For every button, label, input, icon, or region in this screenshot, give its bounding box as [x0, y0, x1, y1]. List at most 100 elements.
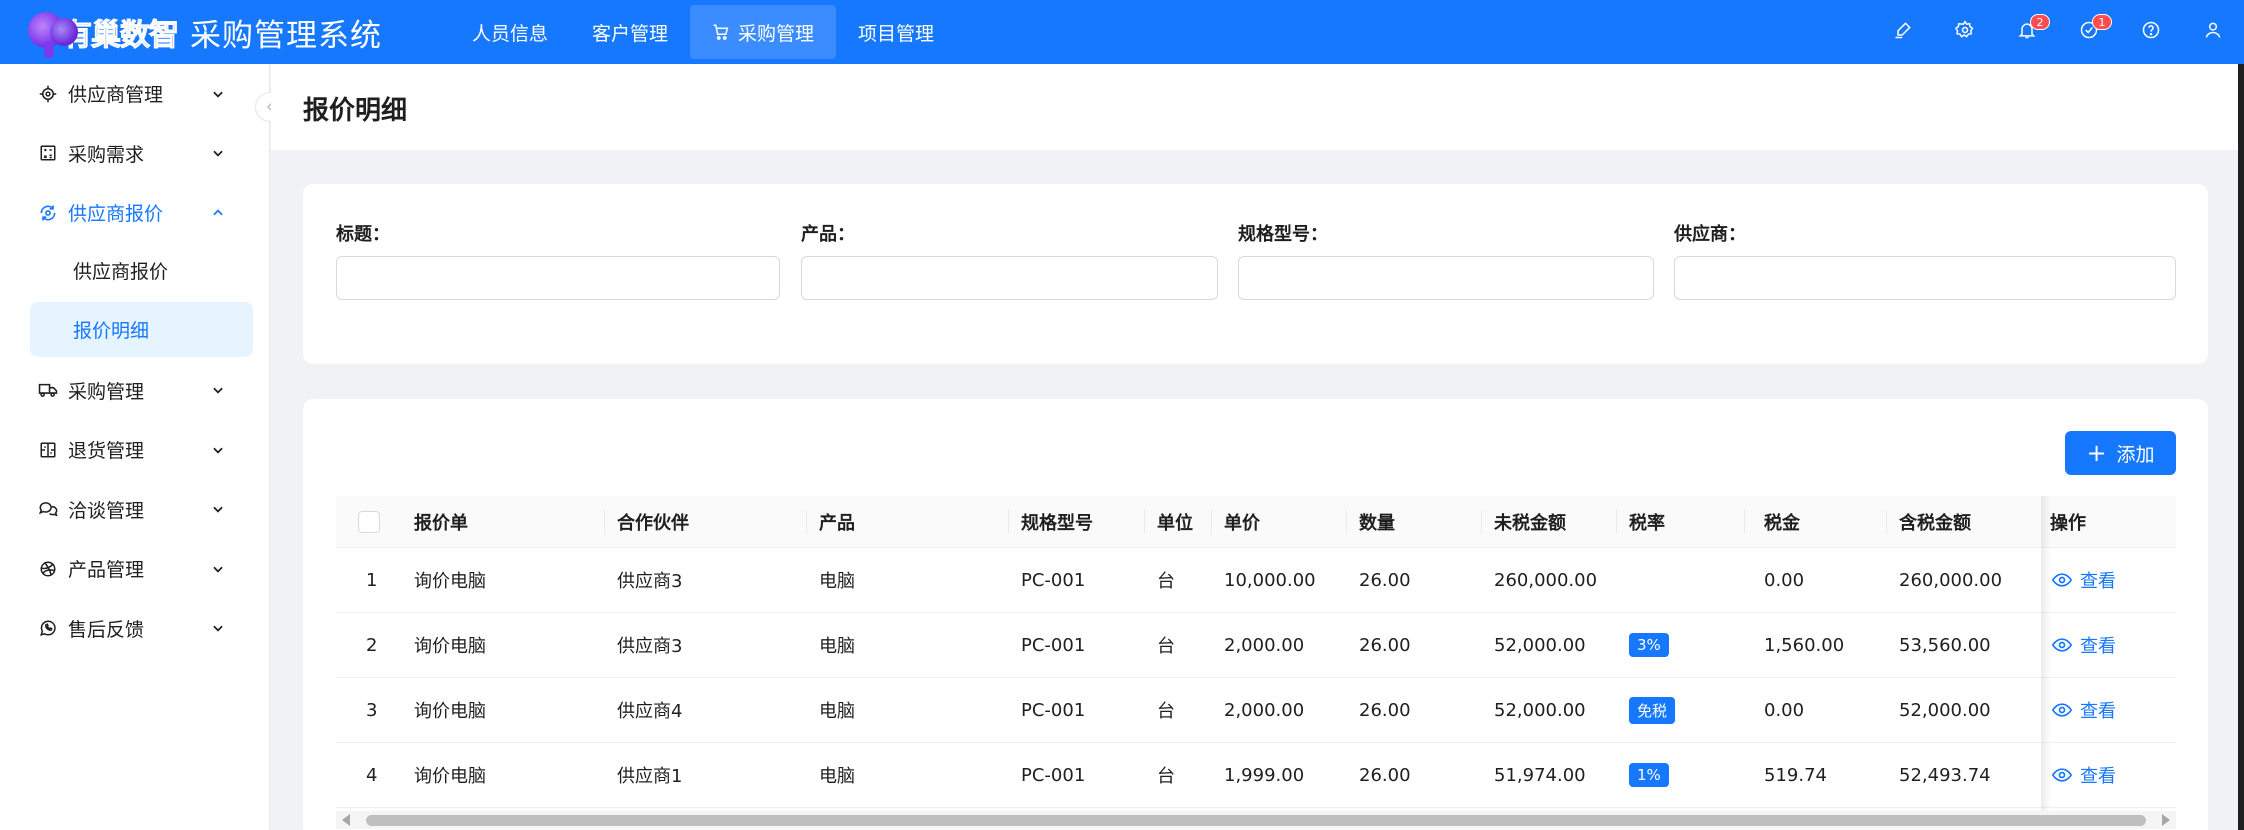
theme-button[interactable] — [1872, 0, 1934, 64]
notifications-button[interactable]: 2 — [1996, 0, 2058, 64]
table-row: 1 询价电脑 供应商3 电脑 PC-001 台 10,000.00 26.00 … — [336, 548, 2176, 613]
chevron-up-icon — [211, 206, 225, 220]
cell-price: 2,000.00 — [1224, 634, 1305, 656]
cell-total: 260,000.00 — [1899, 569, 2003, 591]
page-header: 报价明细 — [271, 64, 2244, 150]
topnav-customers[interactable]: 客户管理 — [570, 5, 690, 59]
chevron-down-icon — [211, 443, 225, 457]
column-header: 含税金额 — [1899, 512, 1971, 534]
horizontal-scrollbar[interactable] — [336, 811, 2176, 829]
sidebar-item-negotiation[interactable]: 洽谈管理 — [0, 480, 269, 540]
column-header: 未税金额 — [1494, 512, 1566, 534]
cell-tax: 1,560.00 — [1764, 634, 1845, 656]
eye-icon — [2052, 703, 2072, 717]
topnav-projects[interactable]: 项目管理 — [836, 5, 956, 59]
eye-icon — [2052, 573, 2072, 587]
table-header-row: 报价单 合作伙伴 产品 规格型号 单位 单价 数量 未税金额 税率 税金 含税金… — [336, 496, 2176, 548]
column-header: 合作伙伴 — [617, 512, 689, 534]
cell-spec: PC-001 — [1021, 634, 1086, 656]
cell-spec: PC-001 — [1021, 569, 1086, 591]
sidebar-subitem-label: 报价明细 — [73, 319, 150, 342]
product-field-label: 产品： — [801, 224, 855, 245]
cell-pretax: 51,974.00 — [1494, 764, 1586, 786]
sidebar-item-returns[interactable]: 退货管理 — [0, 420, 269, 480]
settings-button[interactable] — [1934, 0, 1996, 64]
spec-field-label: 规格型号： — [1238, 224, 1328, 245]
tasks-button[interactable]: 1 — [2058, 0, 2120, 64]
view-link[interactable]: 查看 — [2052, 743, 2116, 807]
chevron-down-icon — [211, 146, 225, 160]
app-title: 采购管理系统 — [190, 17, 382, 54]
sidebar-item-purchasing[interactable]: 采购管理 — [0, 361, 269, 421]
spec-input[interactable] — [1238, 256, 1654, 300]
topnav-purchasing[interactable]: 采购管理 — [690, 5, 837, 59]
add-button[interactable]: + 添加 — [2065, 431, 2176, 475]
column-header: 操作 — [2050, 512, 2086, 534]
cart-icon — [712, 23, 730, 41]
target-icon — [38, 84, 58, 104]
eye-refresh-icon — [38, 203, 58, 223]
sidebar-item-label: 退货管理 — [68, 440, 145, 463]
eye-icon — [2052, 768, 2072, 782]
user-button[interactable] — [2182, 0, 2244, 64]
view-link[interactable]: 查看 — [2052, 548, 2116, 612]
supplier-input[interactable] — [1674, 256, 2176, 300]
cell-tax-rate: 3% — [1629, 613, 1669, 677]
chevron-down-icon — [211, 87, 225, 101]
cell-price: 10,000.00 — [1224, 569, 1316, 591]
row-index: 2 — [366, 634, 378, 656]
table-row: 4 询价电脑 供应商1 电脑 PC-001 台 1,999.00 26.00 5… — [336, 743, 2176, 808]
scrollbar-thumb[interactable] — [366, 815, 2146, 826]
search-form: 标题： 产品： 规格型号： 供应商： — [303, 184, 2208, 364]
top-nav: 人员信息 客户管理 采购管理 项目管理 — [450, 0, 956, 64]
cell-quote: 询价电脑 — [414, 766, 486, 787]
highlighter-icon — [1893, 20, 1913, 44]
cell-unit: 台 — [1157, 701, 1175, 722]
sidebar-subitem-quote-details[interactable]: 报价明细 — [30, 301, 253, 357]
sidebar-item-label: 产品管理 — [68, 559, 145, 582]
view-link-label: 查看 — [2080, 701, 2116, 722]
sidebar-item-requirements[interactable]: 采购需求 — [0, 124, 269, 184]
sidebar-item-label: 采购需求 — [68, 143, 145, 166]
row-index: 3 — [366, 699, 378, 721]
header-actions: 2 1 — [1872, 0, 2244, 64]
column-header: 规格型号 — [1021, 512, 1093, 534]
scroll-left-icon[interactable] — [342, 814, 350, 826]
table-row: 2 询价电脑 供应商3 电脑 PC-001 台 2,000.00 26.00 5… — [336, 613, 2176, 678]
help-button[interactable] — [2120, 0, 2182, 64]
sidebar-item-after-sales[interactable]: 售后反馈 — [0, 599, 269, 659]
sidebar: 供应商管理 采购需求 供应商报价 供应商报价 报价明细 采购管理 退货管理 洽谈… — [0, 64, 270, 830]
product-input[interactable] — [801, 256, 1218, 300]
sidebar-item-products[interactable]: 产品管理 — [0, 539, 269, 599]
select-all-checkbox[interactable] — [358, 496, 380, 547]
cell-qty: 26.00 — [1359, 634, 1411, 656]
cell-pretax: 52,000.00 — [1494, 699, 1586, 721]
app-logo[interactable]: 有巢数智 采购管理系统 — [0, 0, 450, 64]
chat-icon — [38, 499, 58, 519]
scroll-right-icon[interactable] — [2162, 814, 2170, 826]
title-input[interactable] — [336, 256, 780, 300]
cell-quote: 询价电脑 — [414, 636, 486, 657]
column-header: 数量 — [1359, 512, 1395, 534]
cell-unit: 台 — [1157, 571, 1175, 592]
plus-icon: + — [2086, 439, 2107, 467]
eye-icon — [2052, 638, 2072, 652]
view-link[interactable]: 查看 — [2052, 678, 2116, 742]
cell-product: 电脑 — [819, 571, 855, 592]
cell-tax-rate: 1% — [1629, 743, 1669, 807]
topnav-personnel[interactable]: 人员信息 — [450, 5, 570, 59]
view-link[interactable]: 查看 — [2052, 613, 2116, 677]
column-header: 单位 — [1157, 512, 1193, 534]
column-header: 报价单 — [414, 512, 468, 534]
sidebar-item-label: 洽谈管理 — [68, 499, 145, 522]
topnav-label: 人员信息 — [472, 22, 549, 45]
window-edge — [2238, 64, 2244, 830]
sidebar-item-supplier-quotes[interactable]: 供应商报价 — [0, 183, 269, 243]
chevron-down-icon — [211, 502, 225, 516]
sidebar-subitem-supplier-quotes[interactable]: 供应商报价 — [30, 243, 253, 298]
truck-icon — [38, 380, 58, 400]
sidebar-item-suppliers[interactable]: 供应商管理 — [0, 64, 269, 124]
cell-product: 电脑 — [819, 701, 855, 722]
cell-product: 电脑 — [819, 766, 855, 787]
view-link-label: 查看 — [2080, 571, 2116, 592]
